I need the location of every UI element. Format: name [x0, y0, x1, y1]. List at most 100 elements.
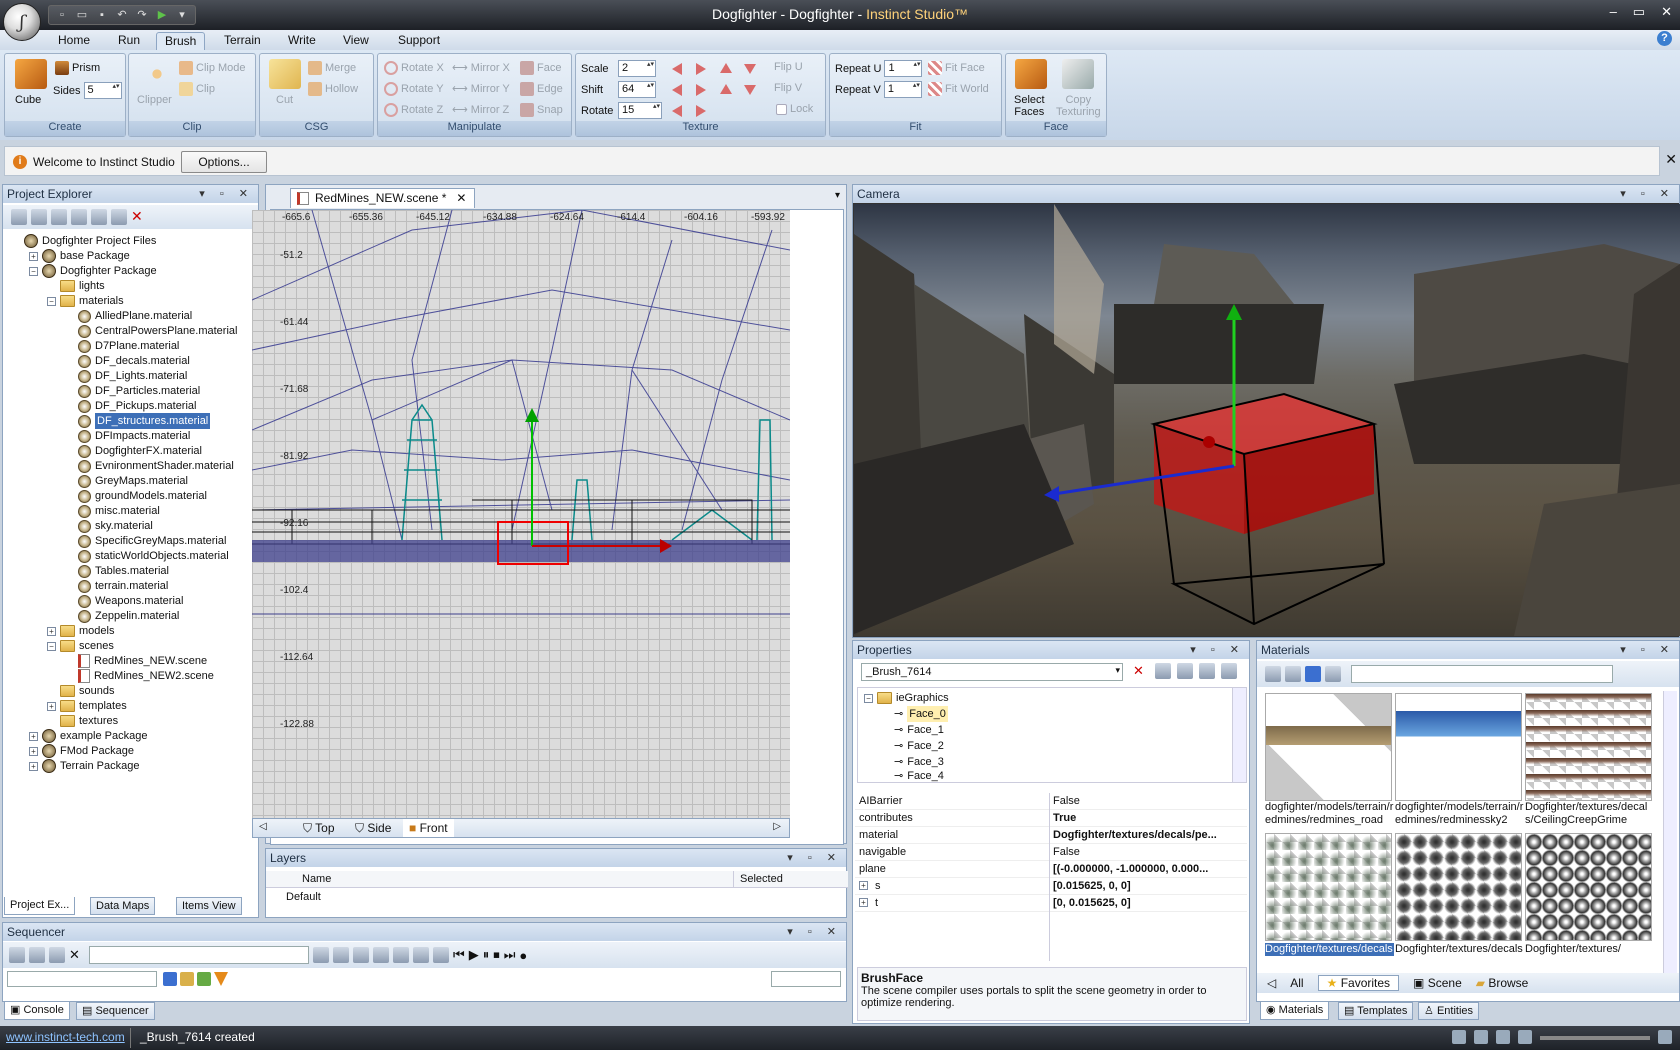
select-faces-button[interactable]: Select Faces — [1014, 94, 1045, 118]
tab-scene[interactable]: ▣ Scene — [1413, 976, 1462, 990]
expand-icon[interactable]: + — [29, 746, 38, 756]
tab-run[interactable]: Run — [110, 32, 148, 50]
property-row[interactable]: + s [0.015625, 0, 0] — [855, 878, 1247, 895]
stop-icon[interactable]: ⏹ — [493, 947, 500, 963]
run-icon[interactable]: ▶ — [155, 8, 169, 22]
expand-icon[interactable]: + — [29, 731, 38, 741]
view-icon[interactable] — [1496, 1030, 1510, 1044]
tree-item-material[interactable]: Tables.material — [65, 563, 169, 579]
add-track-icon[interactable] — [313, 947, 329, 963]
tab-browse[interactable]: ▰ Browse — [1476, 976, 1529, 990]
repeat-u-spinner[interactable]: 1 — [884, 60, 923, 77]
material-thumb[interactable] — [1525, 833, 1652, 941]
rotate-y-button[interactable]: Rotate Y — [384, 82, 444, 96]
shift-input[interactable]: 64 — [618, 81, 656, 98]
tab-menu-icon[interactable]: ▾ — [835, 190, 840, 201]
expand-icon[interactable]: + — [47, 626, 56, 636]
tab-view[interactable]: View — [335, 32, 377, 50]
cube-button[interactable]: Cube — [15, 94, 41, 106]
property-value[interactable]: Dogfighter/textures/decals/pe... — [1053, 829, 1243, 841]
flip-u-button[interactable]: Flip U — [774, 61, 803, 73]
layer-row-default[interactable]: Default — [286, 891, 321, 903]
copy-icon[interactable] — [111, 209, 127, 225]
record-icon[interactable]: ● — [519, 948, 527, 963]
scale-left-icon[interactable] — [672, 63, 682, 75]
property-row[interactable]: contributes True — [855, 810, 1247, 827]
expand-icon[interactable]: + — [47, 701, 56, 711]
repeat-v-spinner[interactable]: 1 — [883, 81, 922, 98]
rotate-spinner[interactable]: 15 — [618, 102, 662, 119]
tab-top-view[interactable]: ⛉ Top — [303, 821, 335, 836]
materials-scrollbar[interactable] — [1663, 691, 1677, 973]
clip-button[interactable]: Clip — [179, 82, 215, 96]
collapse-icon[interactable]: − — [47, 641, 56, 651]
tree-item-package[interactable]: + base Package — [29, 248, 130, 264]
copy-key-icon[interactable] — [373, 947, 389, 963]
website-link[interactable]: www.instinct-tech.com — [6, 1030, 125, 1044]
material-thumb[interactable] — [1265, 833, 1392, 941]
edge-button[interactable]: Edge — [520, 82, 563, 96]
property-value[interactable]: False — [1053, 795, 1243, 807]
fit-face-button[interactable]: Fit Face — [928, 61, 985, 75]
tree-item-material[interactable]: DogfighterFX.material — [65, 443, 202, 459]
rotate-left-icon[interactable] — [672, 105, 682, 117]
rotate-z-button[interactable]: Rotate Z — [384, 103, 443, 117]
shift-down-icon[interactable] — [744, 85, 756, 95]
tree-item-folder[interactable]: + models — [47, 623, 114, 639]
tab-materials[interactable]: ◉ Materials — [1260, 1002, 1330, 1020]
shift-up-icon[interactable] — [720, 84, 732, 94]
object-select[interactable]: _Brush_7614 ▾ — [861, 663, 1123, 681]
expand-icon[interactable]: + — [859, 898, 868, 907]
tab-favorites[interactable]: ★ Favorites — [1317, 975, 1400, 991]
lock-icon[interactable] — [1305, 666, 1321, 682]
options-button[interactable]: Options... — [181, 151, 267, 173]
export-icon[interactable] — [31, 209, 47, 225]
hollow-button[interactable]: Hollow — [308, 82, 358, 96]
property-value[interactable]: [0, 0.015625, 0] — [1053, 897, 1243, 909]
settings-icon[interactable] — [1221, 663, 1237, 679]
tree-item-scene[interactable]: RedMines_NEW2.scene — [65, 668, 214, 684]
play-icon[interactable]: ▶ — [469, 947, 479, 963]
expand-icon[interactable]: + — [29, 251, 38, 261]
tab-home[interactable]: Home — [50, 32, 98, 50]
prism-button[interactable]: Prism — [55, 61, 100, 75]
tree-item-material[interactable]: DF_decals.material — [65, 353, 190, 369]
tree-item-folder[interactable]: lights — [47, 278, 105, 294]
grid-icon[interactable] — [1518, 1030, 1532, 1044]
copy-texturing-button[interactable]: Copy Texturing — [1056, 94, 1101, 118]
tab-terrain[interactable]: Terrain — [216, 32, 269, 50]
sides-spinner[interactable]: 5 — [83, 82, 122, 99]
add-key-icon[interactable] — [333, 947, 349, 963]
tab-side-view[interactable]: ⛉ Side — [355, 821, 391, 836]
scale-up-icon[interactable] — [720, 63, 732, 73]
property-value[interactable]: [0.015625, 0, 0] — [1053, 880, 1243, 892]
customize-icon[interactable]: ▾ — [175, 8, 189, 22]
front-viewport[interactable]: -665.6 -655.36 -645.12 -634.88 -624.64 -614.4… — [252, 210, 790, 818]
property-row[interactable]: material Dogfighter/textures/decals/pe... — [855, 827, 1247, 844]
tree-item-face[interactable]: ⊸ Face_4 — [894, 770, 944, 782]
merge-button[interactable]: Merge — [308, 61, 356, 75]
tree-item-folder[interactable]: − materials — [47, 293, 124, 309]
new-sequence-icon[interactable] — [9, 947, 25, 963]
panel-controls[interactable]: ▾ ▫ ✕ — [199, 187, 254, 200]
material-thumb[interactable] — [1395, 833, 1522, 941]
flip-v-button[interactable]: Flip V — [774, 82, 802, 94]
tree-item-material[interactable]: GreyMaps.material — [65, 473, 188, 489]
zoom-slider[interactable] — [1540, 1036, 1650, 1040]
layout-icon[interactable] — [1452, 1030, 1466, 1044]
folder-icon[interactable] — [71, 209, 87, 225]
property-value[interactable]: [(-0.000000, -1.000000, 0.000... — [1053, 863, 1243, 875]
save-sequence-icon[interactable] — [49, 947, 65, 963]
import-icon[interactable] — [11, 209, 27, 225]
delete-icon[interactable]: ✕ — [1133, 663, 1149, 679]
scissors-icon[interactable] — [413, 947, 429, 963]
tree-item-iegraphics[interactable]: − ieGraphics — [864, 690, 949, 706]
tab-sequencer[interactable]: ▤ Sequencer — [76, 1002, 155, 1020]
rewind-icon[interactable]: ⏮ — [453, 947, 465, 963]
grid-icon[interactable] — [197, 972, 211, 986]
rotate-right-icon[interactable] — [696, 105, 706, 117]
tree-item-package[interactable]: + Terrain Package — [29, 758, 140, 774]
scale-right-icon[interactable] — [696, 63, 706, 75]
expand-icon[interactable]: + — [29, 761, 38, 771]
tab-write[interactable]: Write — [280, 32, 324, 50]
